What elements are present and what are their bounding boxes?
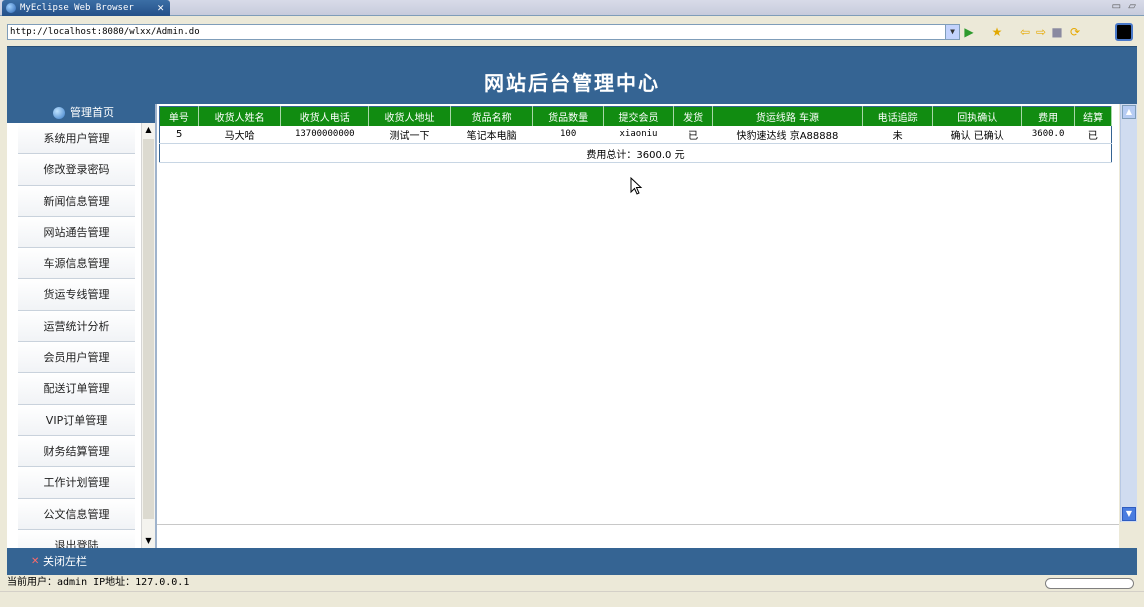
sidebar-item-announcements[interactable]: 网站通告管理 bbox=[18, 216, 135, 249]
cell-shipped: 已 bbox=[673, 125, 713, 144]
scroll-down-arrow-icon[interactable]: ▼ bbox=[1122, 507, 1136, 521]
cell-settled: 已 bbox=[1074, 125, 1112, 144]
col-header: 单号 bbox=[159, 106, 199, 126]
refresh-icon[interactable]: ⟳ bbox=[1068, 25, 1082, 39]
cell-recipient-name: 马大哈 bbox=[198, 125, 281, 144]
col-header: 货运线路 车源 bbox=[712, 106, 863, 126]
cell-route-vehicle: 快豹速达线 京A88888 bbox=[712, 125, 863, 144]
col-header: 收货人电话 bbox=[280, 106, 370, 126]
sidebar-item-finance[interactable]: 财务结算管理 bbox=[18, 435, 135, 468]
content-scrollbar[interactable]: ▲ ▼ bbox=[1120, 104, 1137, 522]
col-header: 发货 bbox=[673, 106, 713, 126]
loading-progress-bar bbox=[1045, 578, 1134, 589]
sidebar-item-delivery-orders[interactable]: 配送订单管理 bbox=[18, 373, 135, 405]
scroll-down-arrow-icon[interactable]: ▼ bbox=[142, 534, 155, 548]
total-fee-text: 费用总计：3600.0 元 bbox=[159, 143, 1112, 163]
sidebar-item-news[interactable]: 新闻信息管理 bbox=[18, 185, 135, 217]
sidebar-item-change-password[interactable]: 修改登录密码 bbox=[18, 154, 135, 186]
mouse-pointer-icon bbox=[630, 176, 643, 195]
status-bar bbox=[0, 591, 1144, 607]
content-divider bbox=[157, 524, 1119, 525]
sidebar-scrollbar[interactable]: ▲ ▼ bbox=[141, 123, 155, 548]
orders-table: 单号 收货人姓名 收货人电话 收货人地址 货品名称 货品数量 提交会员 发货 货… bbox=[159, 106, 1112, 163]
url-text: http://localhost:8080/wlxx/Admin.do bbox=[10, 27, 200, 37]
col-header: 货品名称 bbox=[450, 106, 534, 126]
home-globe-icon bbox=[53, 107, 65, 119]
cell-goods-name: 笔记本电脑 bbox=[450, 125, 533, 144]
sidebar-item-documents[interactable]: 公文信息管理 bbox=[18, 498, 135, 530]
page-header: 网站后台管理中心 bbox=[7, 46, 1137, 104]
user-info-text: 当前用户：admin IP地址：127.0.0.1 bbox=[7, 577, 190, 588]
stop-icon[interactable]: ■ bbox=[1050, 25, 1064, 39]
forward-icon[interactable]: ⇨ bbox=[1034, 25, 1048, 39]
sidebar: 管理首页 系统用户管理 修改登录密码 新闻信息管理 网站通告管理 车源信息管理 … bbox=[7, 104, 155, 548]
close-sidebar-button[interactable]: ✕ 关闭左栏 bbox=[31, 548, 87, 575]
sidebar-item-vip-orders[interactable]: VIP订单管理 bbox=[18, 404, 135, 436]
globe-icon bbox=[6, 3, 16, 13]
col-header: 费用 bbox=[1021, 106, 1076, 126]
tab-title: MyEclipse Web Browser bbox=[20, 3, 134, 13]
col-header: 货品数量 bbox=[532, 106, 604, 126]
sidebar-menu: 系统用户管理 修改登录密码 新闻信息管理 网站通告管理 车源信息管理 货运专线管… bbox=[7, 123, 155, 548]
go-icon[interactable]: ▶ bbox=[962, 25, 976, 39]
sidebar-item-members[interactable]: 会员用户管理 bbox=[18, 342, 135, 374]
favorites-icon[interactable]: ★ bbox=[990, 25, 1004, 39]
col-header: 收货人地址 bbox=[368, 106, 451, 126]
url-dropdown-icon[interactable]: ▼ bbox=[945, 25, 959, 39]
sidebar-item-system-users[interactable]: 系统用户管理 bbox=[18, 123, 135, 155]
cell-receipt-confirm[interactable]: 确认 已确认 bbox=[932, 125, 1022, 144]
col-header: 回执确认 bbox=[932, 106, 1023, 126]
close-tab-icon[interactable]: ✕ bbox=[157, 0, 164, 16]
browser-tab-bar: MyEclipse Web Browser ✕ ▭ ▱ bbox=[0, 0, 1144, 16]
table-total-row: 费用总计：3600.0 元 bbox=[159, 143, 1112, 163]
sidebar-item-vehicles[interactable]: 车源信息管理 bbox=[18, 248, 135, 280]
cell-order-id: 5 bbox=[159, 125, 199, 144]
table-header-row: 单号 收货人姓名 收货人电话 收货人地址 货品名称 货品数量 提交会员 发货 货… bbox=[159, 106, 1112, 126]
url-input[interactable]: http://localhost:8080/wlxx/Admin.do ▼ bbox=[7, 24, 960, 40]
cell-fee: 3600.0 bbox=[1021, 125, 1075, 144]
sidebar-item-work-plans[interactable]: 工作计划管理 bbox=[18, 467, 135, 499]
cell-recipient-address: 测试一下 bbox=[368, 125, 451, 144]
sidebar-home-link[interactable]: 管理首页 bbox=[7, 104, 155, 122]
back-icon[interactable]: ⇦ bbox=[1018, 25, 1032, 39]
sidebar-item-statistics[interactable]: 运营统计分析 bbox=[18, 310, 135, 343]
cell-phone-tracking: 未 bbox=[862, 125, 933, 144]
address-toolbar: http://localhost:8080/wlxx/Admin.do ▼ ▶ … bbox=[0, 18, 1144, 46]
window-controls[interactable]: ▭ ▱ bbox=[1112, 1, 1138, 12]
close-sidebar-label: 关闭左栏 bbox=[43, 555, 87, 568]
col-header: 提交会员 bbox=[603, 106, 675, 126]
cell-member: xiaoniu bbox=[603, 125, 674, 144]
sidebar-scroll-thumb[interactable] bbox=[143, 139, 154, 519]
sidebar-menu-list: 系统用户管理 修改登录密码 新闻信息管理 网站通告管理 车源信息管理 货运专线管… bbox=[18, 123, 135, 548]
bottom-toolbar: ✕ 关闭左栏 bbox=[7, 548, 1137, 575]
close-icon: ✕ bbox=[31, 556, 40, 567]
page-title: 网站后台管理中心 bbox=[484, 71, 660, 95]
col-header: 电话追踪 bbox=[862, 106, 934, 126]
col-header: 结算 bbox=[1074, 106, 1112, 126]
table-row: 5 马大哈 13700000000 测试一下 笔记本电脑 100 xiaoniu… bbox=[159, 125, 1112, 144]
sidebar-item-freight-lines[interactable]: 货运专线管理 bbox=[18, 279, 135, 311]
scroll-up-arrow-icon[interactable]: ▲ bbox=[1122, 105, 1136, 119]
cell-recipient-phone: 13700000000 bbox=[280, 125, 369, 144]
scroll-up-arrow-icon[interactable]: ▲ bbox=[142, 123, 155, 137]
sidebar-item-logout[interactable]: 退出登陆 bbox=[18, 529, 135, 548]
view-toggle-button[interactable] bbox=[1115, 23, 1133, 41]
browser-tab[interactable]: MyEclipse Web Browser ✕ bbox=[2, 0, 170, 16]
main-content: 单号 收货人姓名 收货人电话 收货人地址 货品名称 货品数量 提交会员 发货 货… bbox=[155, 104, 1119, 548]
col-header: 收货人姓名 bbox=[198, 106, 282, 126]
user-info-bar: 当前用户：admin IP地址：127.0.0.1 bbox=[7, 575, 1137, 590]
sidebar-home-label: 管理首页 bbox=[70, 106, 114, 119]
cell-goods-quantity: 100 bbox=[532, 125, 604, 144]
